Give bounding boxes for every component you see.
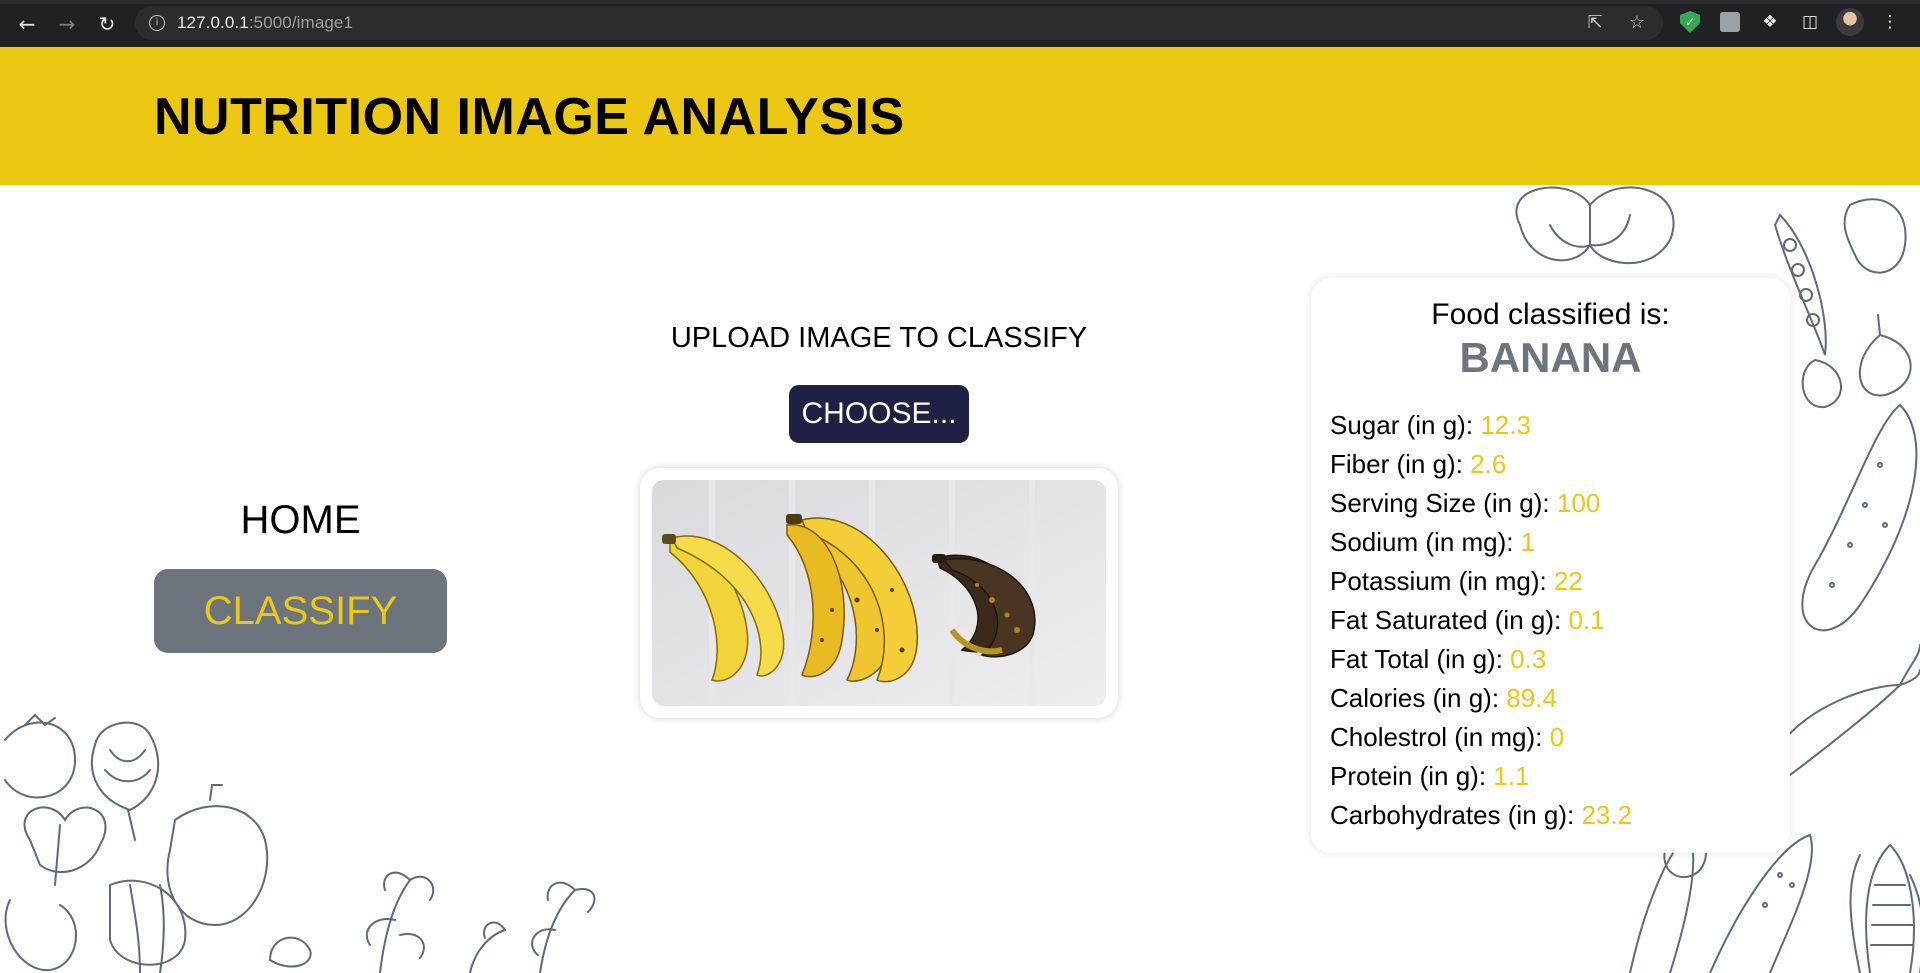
upload-title: UPLOAD IMAGE TO CLASSIFY [670, 322, 1088, 354]
back-arrow-icon[interactable]: ← [12, 9, 42, 39]
uploaded-banana-image [652, 480, 1106, 706]
reload-icon[interactable]: ↻ [92, 9, 122, 39]
classification-result-card: Food classified is: BANANA Sugar (in g):… [1311, 278, 1790, 853]
profile-avatar[interactable] [1836, 8, 1864, 36]
nutrient-row: Calories (in g): 89.4 [1330, 679, 1632, 718]
nav-classify-button[interactable]: CLASSIFY [154, 569, 447, 653]
nutrient-value: 89.4 [1506, 683, 1557, 713]
nutrient-name: Sugar (in g): [1330, 410, 1474, 440]
nutrient-value: 1.1 [1493, 761, 1530, 791]
nutrient-row: Potassium (in mg): 22 [1330, 562, 1632, 601]
nutrient-name: Potassium (in mg): [1330, 566, 1547, 596]
nav-home-link[interactable]: HOME [154, 498, 447, 543]
url-text[interactable]: 127.0.0.1:5000/image1 [177, 13, 353, 33]
nutrient-name: Carbohydrates (in g): [1330, 800, 1575, 830]
shield-extension-icon[interactable]: ✓ [1676, 8, 1704, 36]
nutrient-value: 22 [1553, 566, 1583, 596]
nutrient-value: 1 [1520, 527, 1536, 557]
nutrient-name: Calories (in g): [1330, 683, 1500, 713]
info-icon[interactable]: i [149, 15, 165, 31]
nutrient-name: Cholestrol (in mg): [1330, 722, 1543, 752]
nutrient-value: 100 [1556, 488, 1601, 518]
extension-square-icon[interactable] [1716, 8, 1744, 36]
nutrient-name: Sodium (in mg): [1330, 527, 1514, 557]
nutrient-value: 2.6 [1470, 449, 1507, 479]
star-icon[interactable]: ☆ [1625, 11, 1649, 35]
nutrient-value: 0 [1549, 722, 1565, 752]
kebab-menu-icon[interactable]: ⋮ [1876, 8, 1904, 36]
nutrient-value: 0.1 [1568, 605, 1605, 635]
nutrient-row: Fat Saturated (in g): 0.1 [1330, 601, 1632, 640]
share-icon[interactable]: ⇱ [1583, 11, 1607, 35]
nutrient-value: 0.3 [1510, 644, 1547, 674]
site-header: NUTRITION IMAGE ANALYSIS [0, 47, 1920, 185]
puzzle-icon[interactable]: ❖ [1756, 8, 1784, 36]
forward-arrow-icon[interactable]: → [52, 9, 82, 39]
browser-toolbar: ← → ↻ i 127.0.0.1:5000/image1 ⇱ ☆ ✓ ❖ ◫ … [0, 0, 1920, 47]
vegetable-illustration-left [4, 713, 596, 973]
classified-food-name: BANANA [1459, 334, 1642, 381]
nutrient-row: Protein (in g): 1.1 [1330, 757, 1632, 796]
side-panel-icon[interactable]: ◫ [1796, 8, 1824, 36]
nutrient-name: Fiber (in g): [1330, 449, 1463, 479]
page-title: NUTRITION IMAGE ANALYSIS [154, 88, 905, 146]
nutrient-row: Fat Total (in g): 0.3 [1330, 640, 1632, 679]
nutrient-value: 12.3 [1480, 410, 1531, 440]
nutrition-list: Sugar (in g): 12.3 Fiber (in g): 2.6 Ser… [1330, 406, 1632, 835]
nutrient-row: Cholestrol (in mg): 0 [1330, 718, 1632, 757]
nutrient-name: Serving Size (in g): [1330, 488, 1550, 518]
url-host: 127.0.0.1 [177, 13, 249, 32]
nutrient-row: Sodium (in mg): 1 [1330, 523, 1632, 562]
choose-file-button[interactable]: CHOOSE... [789, 385, 969, 443]
nutrient-row: Sugar (in g): 12.3 [1330, 406, 1632, 445]
address-bar[interactable]: i 127.0.0.1:5000/image1 ⇱ ☆ [135, 6, 1663, 40]
tab-strip-edge [0, 0, 1920, 4]
nutrient-row: Fiber (in g): 2.6 [1330, 445, 1632, 484]
url-path: :5000/image1 [248, 13, 354, 32]
uploaded-image-card [640, 468, 1118, 718]
result-label: Food classified is: [1431, 298, 1670, 331]
nutrient-name: Protein (in g): [1330, 761, 1487, 791]
nutrient-name: Fat Saturated (in g): [1330, 605, 1562, 635]
nutrient-value: 23.2 [1581, 800, 1633, 830]
nutrient-name: Fat Total (in g): [1330, 644, 1503, 674]
nutrient-row: Serving Size (in g): 100 [1330, 484, 1632, 523]
nutrient-row: Carbohydrates (in g): 23.2 [1330, 796, 1632, 835]
